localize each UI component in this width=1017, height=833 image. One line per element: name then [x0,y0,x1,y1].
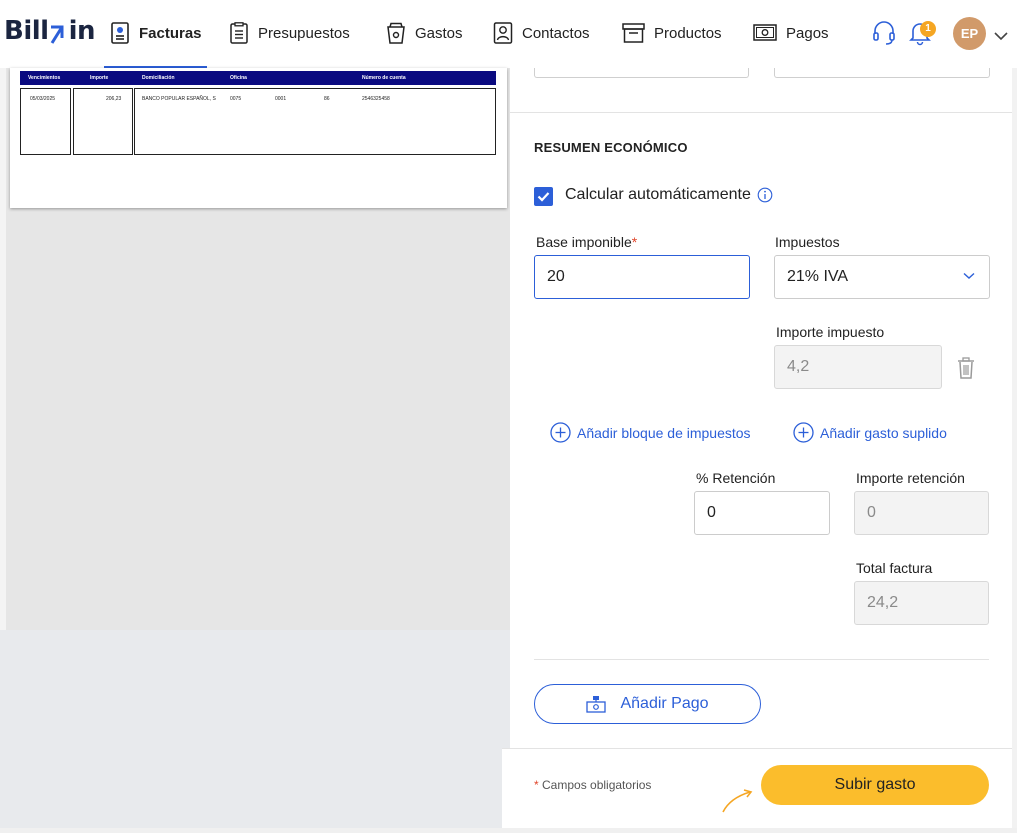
notification-badge: 1 [920,21,936,37]
previous-field-stub[interactable] [774,68,990,78]
impuestos-label: Impuestos [775,234,840,250]
auto-calc-label: Calcular automáticamente [565,186,751,203]
cell-office: 0075 [230,96,242,102]
info-icon[interactable] [757,187,773,203]
bottom-edge [0,828,1017,833]
header-oficina: Oficina [230,75,247,81]
clipboard-icon [230,22,248,44]
add-tax-block-button[interactable]: Añadir bloque de impuestos [550,422,751,443]
add-tax-block-label: Añadir bloque de impuestos [577,424,751,441]
hint-arrow-icon [722,789,753,813]
auto-calc-label-row: Calcular automáticamente [565,186,773,204]
money-icon [753,24,777,41]
section-divider [510,112,1017,113]
preview-empty-area [0,630,510,833]
section-divider [534,659,989,660]
cup-icon [387,22,405,44]
nav-presupuestos[interactable]: Presupuestos [229,20,350,46]
payment-table-header: Vencimientos Importe Domiciliación Ofici… [20,71,496,85]
auto-calc-checkbox[interactable] [534,187,553,206]
header-numero-cuenta: Número de cuenta [362,75,406,81]
user-menu-toggle[interactable] [994,28,1008,46]
box-icon [622,23,645,43]
add-payment-label: Añadir Pago [620,695,709,712]
checkmark-icon [537,192,550,202]
cell-branch: 0001 [275,96,287,102]
contact-icon [493,22,513,44]
plus-circle-icon [793,422,814,443]
required-fields-note: * Campos obligatorios [534,778,651,792]
user-avatar[interactable]: EP [953,17,986,50]
nav-gastos-label: Gastos [415,24,463,42]
delete-tax-button[interactable] [957,357,975,384]
chevron-down-icon [963,272,975,279]
add-supplied-expense-button[interactable]: Añadir gasto suplido [793,422,947,443]
nav-productos[interactable]: Productos [622,20,722,46]
cell-due-date: 05/03/2025 [30,96,56,102]
nav-pagos[interactable]: Pagos [753,20,829,46]
cell-amount: 206,23 [106,96,122,102]
headset-icon [873,21,895,45]
nav-contactos[interactable]: Contactos [493,20,590,46]
cell-box [73,88,133,155]
importe-retencion-input: 0 [854,491,989,535]
base-imponible-label: Base imponible* [536,234,637,250]
top-navigation-bar: Bill in Facturas Presupuestos Gastos Con… [0,0,1017,68]
payment-icon [586,696,607,713]
nav-pagos-label: Pagos [786,24,829,42]
header-vencimientos: Vencimientos [28,75,61,81]
section-title: RESUMEN ECONÓMICO [534,140,688,155]
chevron-down-icon [994,32,1008,41]
nav-facturas[interactable]: Facturas [110,20,202,46]
header-importe: Importe [90,75,109,81]
submit-expense-button[interactable]: Subir gasto [761,765,989,805]
impuestos-select[interactable]: 21% IVA [774,255,990,299]
impuestos-selected-value: 21% IVA [787,268,849,285]
nav-productos-label: Productos [654,24,722,42]
expense-form-panel: RESUMEN ECONÓMICO Calcular automáticamen… [502,68,1017,833]
support-button[interactable] [872,20,896,51]
logo-text-left: Bill [4,16,49,46]
total-factura-input: 24,2 [854,581,989,625]
required-asterisk: * [631,234,638,250]
base-imponible-label-text: Base imponible [536,234,632,250]
app-logo[interactable]: Bill in [4,16,95,46]
required-fields-text: Campos obligatorios [542,778,652,792]
scrollbar-track[interactable] [1012,68,1017,833]
document-page: Vencimientos Importe Domiciliación Ofici… [10,68,507,208]
total-factura-label: Total factura [856,560,933,576]
required-asterisk: * [534,778,539,792]
importe-retencion-label: Importe retención [856,470,965,486]
importe-impuesto-input: 4,2 [774,345,942,389]
plus-circle-icon [550,422,571,443]
base-imponible-input[interactable]: 20 [534,255,750,299]
nav-contactos-label: Contactos [522,24,590,42]
importe-impuesto-label: Importe impuesto [776,324,885,340]
add-supplied-expense-label: Añadir gasto suplido [820,424,947,441]
nav-presupuestos-label: Presupuestos [258,24,350,42]
cell-control: 86 [324,96,330,102]
retencion-pct-label: % Retención [696,470,776,486]
nav-gastos[interactable]: Gastos [386,20,463,46]
invoice-icon [111,22,129,44]
cell-bank: BANCO POPULAR ESPAÑOL, S [142,96,216,102]
previous-field-stub[interactable] [534,68,749,78]
cell-account: 2546325458 [362,96,390,102]
nav-facturas-label: Facturas [139,24,202,42]
logo-text-right: in [68,16,96,46]
trash-icon [958,357,974,379]
retencion-pct-input[interactable]: 0 [694,491,830,535]
header-domiciliacion: Domiciliación [142,75,175,81]
logo-arrow-icon [50,21,68,44]
document-preview-panel: Vencimientos Importe Domiciliación Ofici… [0,68,510,833]
add-payment-button[interactable]: Añadir Pago [534,684,761,724]
